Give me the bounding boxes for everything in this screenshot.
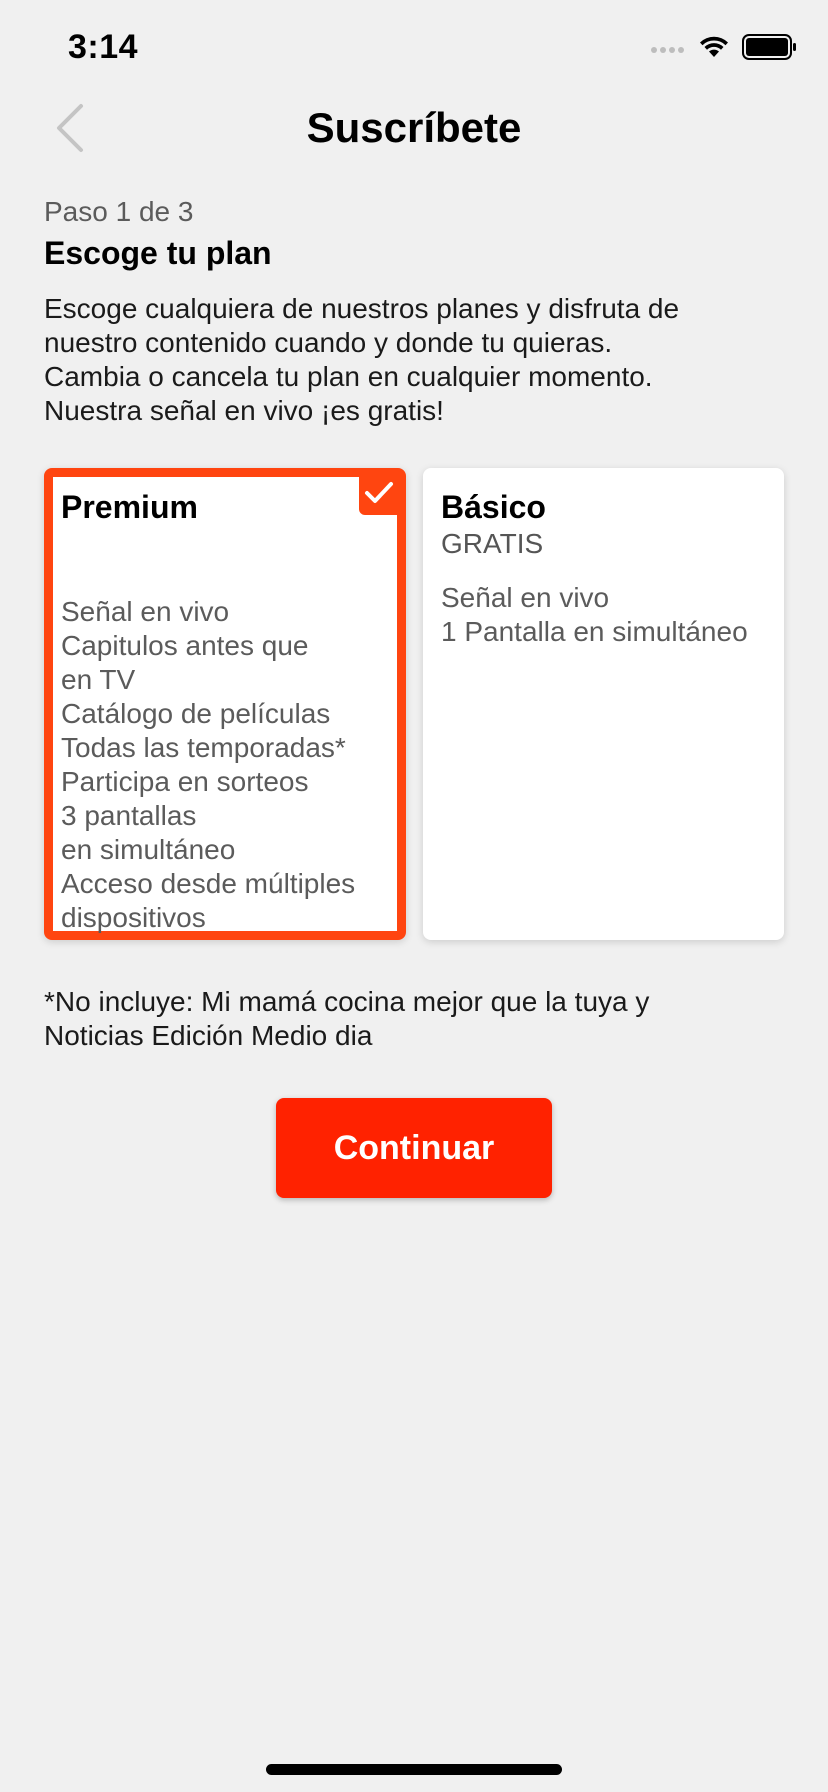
- status-icons: [650, 34, 798, 65]
- step-indicator: Paso 1 de 3: [44, 196, 194, 227]
- plan-options: Premium Señal en vivo Capitulos antes qu…: [44, 468, 784, 940]
- battery-icon: [742, 34, 798, 65]
- plan-feature: Todas las temporadas*: [61, 732, 346, 763]
- footnote: *No incluye: Mi mamá cocina mejor que la…: [44, 985, 784, 1053]
- step-header: Paso 1 de 3 Escoge tu plan Escoge cualqu…: [44, 192, 784, 428]
- selected-badge: [359, 475, 399, 515]
- plan-feature: Catálogo de películas: [61, 698, 331, 729]
- page-title: Suscríbete: [306, 104, 522, 151]
- plan-feature: 3 pantallas: [61, 800, 197, 831]
- plan-feature: en simultáneo: [61, 834, 236, 865]
- plan-feature: en TV: [61, 664, 136, 695]
- footnote-line: *No incluye: Mi mamá cocina mejor que la…: [44, 986, 650, 1017]
- plan-name: Premium: [61, 489, 198, 525]
- home-indicator: [266, 1764, 562, 1775]
- description-line: Cambia o cancela tu plan en cualquier mo…: [44, 361, 653, 392]
- plan-feature: Capitulos antes que: [61, 630, 309, 661]
- plan-price: GRATIS: [441, 528, 544, 559]
- plan-feature: Señal en vivo: [441, 582, 610, 613]
- plan-name: Básico: [441, 489, 546, 525]
- plan-feature: Participa en sorteos: [61, 766, 309, 797]
- description-line: Nuestra señal en vivo ¡es gratis!: [44, 395, 444, 426]
- status-time: 3:14: [68, 28, 139, 66]
- continue-button[interactable]: Continuar: [276, 1098, 552, 1198]
- footnote-line: Noticias Edición Medio dia: [44, 1020, 373, 1051]
- status-bar: 3:14: [0, 0, 828, 100]
- navigation-bar: Suscríbete: [0, 90, 828, 170]
- plan-price: [61, 527, 397, 561]
- plan-feature: Señal en vivo: [61, 596, 230, 627]
- step-title: Escoge tu plan: [44, 235, 272, 271]
- checkmark-icon: [364, 480, 394, 511]
- description-line: Escoge cualquiera de nuestros planes y d…: [44, 293, 680, 324]
- plan-feature: 1 Pantalla en simultáneo: [441, 616, 748, 647]
- wifi-icon: [698, 35, 730, 64]
- step-description: Escoge cualquiera de nuestros planes y d…: [44, 292, 784, 428]
- plan-card-premium[interactable]: Premium Señal en vivo Capitulos antes qu…: [44, 468, 406, 940]
- cellular-signal-icon: [650, 41, 686, 59]
- plan-feature: dispositivos: [61, 902, 206, 933]
- plan-features: Señal en vivo 1 Pantalla en simultáneo: [441, 581, 784, 649]
- plan-card-basic[interactable]: Básico GRATIS Señal en vivo 1 Pantalla e…: [423, 468, 784, 940]
- plan-features: Señal en vivo Capitulos antes que en TV …: [61, 595, 397, 935]
- description-line: nuestro contenido cuando y donde tu quie…: [44, 327, 613, 358]
- plan-feature: Acceso desde múltiples: [61, 868, 356, 899]
